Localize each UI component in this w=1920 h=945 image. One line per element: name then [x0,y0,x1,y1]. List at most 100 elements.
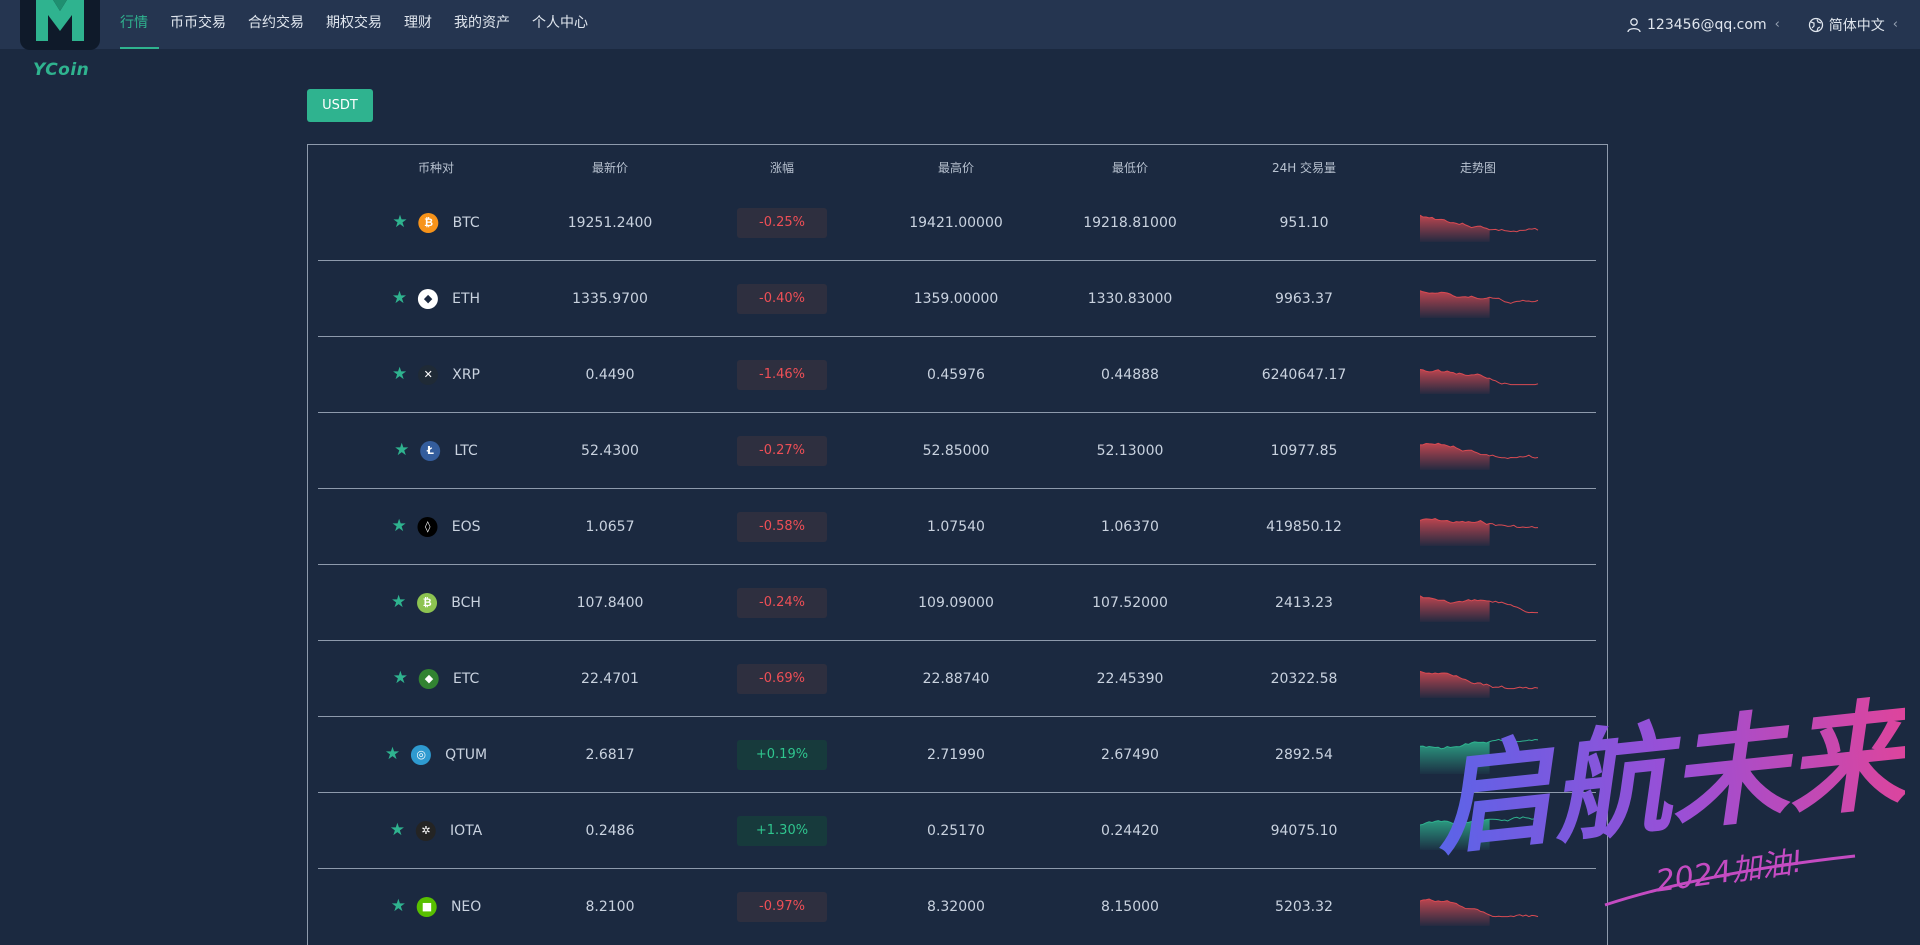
user-menu[interactable]: 123456@qq.com ‹ [1626,17,1780,33]
favorite-star-icon[interactable]: ★ [394,442,409,459]
table-row[interactable]: ★ ◆ ETC 22.4701 -0.69% 22.88740 22.45390 20322.… [318,641,1596,717]
globe-icon [1808,17,1823,32]
low-price: 22.45390 [1096,670,1164,687]
pair-cell: ★ ₿ BTC [392,185,480,260]
change-cell: -0.25% [737,185,827,260]
table-header: 币种对 最新价 涨幅 最高价 最低价 24H 交易量 走势图 [308,145,1607,185]
favorite-star-icon[interactable]: ★ [392,366,407,383]
volume-24h: 9963.37 [1275,290,1333,307]
pair-cell: ★ ◆ ETC [393,641,480,716]
table-row[interactable]: ★ ₿ BCH 107.8400 -0.24% 109.09000 107.52000 241… [318,565,1596,641]
change-badge: +0.19% [737,739,827,770]
high-price: 19421.00000 [909,214,1003,231]
volume-24h: 2892.54 [1275,746,1333,763]
high-price: 2.71990 [927,746,985,763]
volume-24h: 10977.85 [1270,442,1338,459]
coin-symbol: IOTA [450,822,483,839]
last-price: 22.4701 [581,670,639,687]
favorite-star-icon[interactable]: ★ [392,290,407,307]
favorite-star-icon[interactable]: ★ [390,822,405,839]
usdt-market-tab[interactable]: USDT [307,89,373,122]
pair-cell: ★ Ł LTC [394,413,478,488]
trend-sparkline [1420,337,1540,412]
coin-icon: ◊ [417,516,438,537]
table-row[interactable]: ★ ◆ ETH 1335.9700 -0.40% 1359.00000 1330.83000… [318,261,1596,337]
coin-symbol: ETC [452,670,480,687]
coin-symbol: BCH [451,594,481,611]
trend-sparkline [1420,489,1540,564]
coin-symbol: EOS [451,518,481,535]
change-cell: -0.40% [737,261,827,336]
change-badge: +1.30% [737,815,827,846]
market-table: 币种对 最新价 涨幅 最高价 最低价 24H 交易量 走势图 ★ ₿ BTC 19251.2400… [307,144,1608,945]
change-cell: -0.58% [737,489,827,564]
low-price: 1.06370 [1101,518,1159,535]
volume-24h: 419850.12 [1266,518,1342,535]
column-header: 最高价 [937,161,975,175]
high-price: 52.85000 [922,442,990,459]
nav-item-6[interactable]: 我的资产 [443,0,521,49]
trend-sparkline [1420,413,1540,488]
coin-icon: ◆ [418,668,439,689]
high-price: 109.09000 [918,594,994,611]
table-row[interactable]: ★ ◎ QTUM 2.6817 +0.19% 2.71990 2.67490 2892.54 [318,717,1596,793]
svg-text:启航未来: 启航未来 [1427,683,1905,872]
main-nav: 行情 币币交易 合约交易 期权交易 理财 我的资产 个人中心 [120,0,599,49]
nav-item-3[interactable]: 合约交易 [237,0,315,49]
last-price: 0.4490 [585,366,635,383]
coin-symbol: XRP [452,366,481,383]
chevron-left-icon: ‹ [1892,17,1898,32]
coin-icon: ◎ [411,744,432,765]
coin-icon: Ł [420,440,441,461]
high-price: 1.07540 [927,518,985,535]
top-right-menu: 123456@qq.com ‹ 简体中文 ‹ [1598,0,1898,49]
change-badge: -0.25% [737,207,827,238]
coin-symbol: QTUM [445,746,488,763]
user-email: 123456@qq.com [1647,16,1767,33]
table-row[interactable]: ★ Ł LTC 52.4300 -0.27% 52.85000 52.13000 10977.… [318,413,1596,489]
change-badge: -0.58% [737,511,827,542]
last-price: 19251.2400 [567,214,653,231]
brand-name: YCoin [33,60,90,80]
nav-item-1[interactable]: 行情 [120,0,159,49]
trend-sparkline [1420,565,1540,640]
coin-icon: ◆ [418,288,439,309]
coin-icon: ✕ [418,364,439,385]
table-row[interactable]: ★ ₿ BTC 19251.2400 -0.25% 19421.00000 19218.81… [318,185,1596,261]
favorite-star-icon[interactable]: ★ [391,898,406,915]
favorite-star-icon[interactable]: ★ [391,594,406,611]
favorite-star-icon[interactable]: ★ [392,214,407,231]
high-price: 0.45976 [927,366,985,383]
trend-sparkline [1420,185,1540,260]
pair-cell: ★ ✕ XRP [392,337,480,412]
low-price: 0.44888 [1101,366,1159,383]
nav-item-4[interactable]: 期权交易 [315,0,393,49]
table-row[interactable]: ★ ✲ IOTA 0.2486 +1.30% 0.25170 0.24420 94075.10 [318,793,1596,869]
column-header: 24H 交易量 [1271,161,1337,175]
pair-cell: ★ ✲ IOTA [390,793,482,868]
last-price: 1.0657 [585,518,635,535]
coin-icon: ■ [416,896,437,917]
language-menu[interactable]: 简体中文 ‹ [1808,15,1898,35]
high-price: 22.88740 [922,670,990,687]
change-badge: -0.40% [737,283,827,314]
user-icon [1627,17,1641,32]
table-row[interactable]: ★ ✕ XRP 0.4490 -1.46% 0.45976 0.44888 6240647.1… [318,337,1596,413]
last-price: 2.6817 [585,746,635,763]
favorite-star-icon[interactable]: ★ [391,518,406,535]
logo[interactable] [20,0,100,50]
nav-item-5[interactable]: 理财 [393,0,443,49]
change-badge: -0.24% [737,587,827,618]
last-price: 107.8400 [576,594,644,611]
favorite-star-icon[interactable]: ★ [393,670,408,687]
nav-item-7[interactable]: 个人中心 [521,0,599,49]
change-cell: +1.30% [737,793,827,868]
svg-text:2024加油!: 2024加油! [1654,844,1806,899]
nav-item-2[interactable]: 币币交易 [159,0,237,49]
column-header: 走势图 [1459,161,1497,175]
favorite-star-icon[interactable]: ★ [385,746,400,763]
table-row[interactable]: ★ ◊ EOS 1.0657 -0.58% 1.07540 1.06370 419850.12 [318,489,1596,565]
low-price: 1330.83000 [1087,290,1173,307]
change-badge: -1.46% [737,359,827,390]
coin-icon: ₿ [417,592,438,613]
